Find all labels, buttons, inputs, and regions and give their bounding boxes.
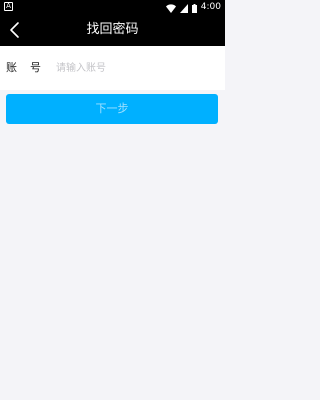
status-bar: A 4:00 [0,0,225,14]
next-step-button[interactable]: 下一步 [6,94,218,124]
page-title: 找回密码 [86,22,139,37]
status-icons: 4:00 [165,0,221,14]
account-input[interactable] [56,57,216,79]
status-time: 4:00 [200,2,221,12]
account-row: 账号 [0,46,225,90]
notification-a-icon: A [4,2,13,11]
header-bar: 找回密码 [0,14,225,46]
account-label: 账号 [6,61,54,74]
